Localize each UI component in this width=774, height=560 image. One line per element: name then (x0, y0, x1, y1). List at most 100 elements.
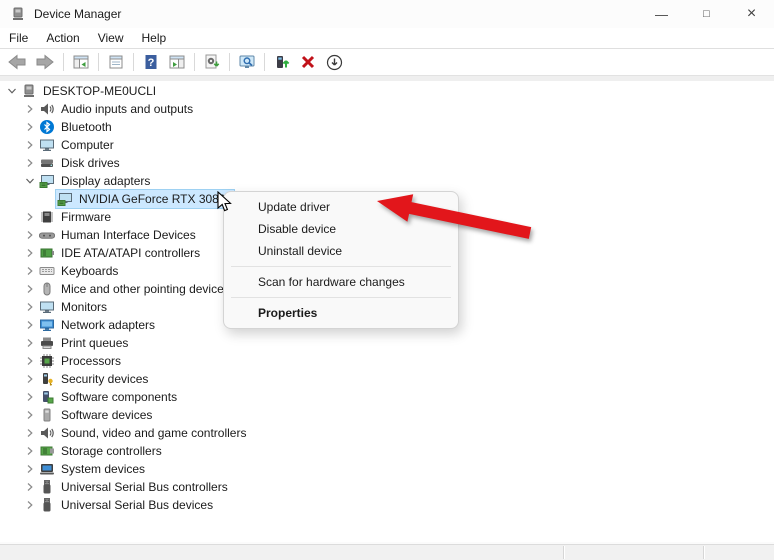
chevron-right-icon[interactable] (22, 389, 38, 405)
chevron-right-icon[interactable] (22, 227, 38, 243)
context-menu-item-update-driver[interactable]: Update driver (224, 196, 458, 218)
tree-item-content[interactable]: NVIDIA GeForce RTX 3080 (56, 190, 234, 208)
chevron-right-icon[interactable] (22, 299, 38, 315)
chevron-right-icon[interactable] (22, 335, 38, 351)
tree-item-content[interactable]: Universal Serial Bus devices (38, 496, 221, 514)
tree-item-software-devices[interactable]: Software devices (0, 406, 774, 424)
chevron-down-icon[interactable] (4, 83, 20, 99)
tree-item-content[interactable]: Human Interface Devices (38, 226, 204, 244)
menu-action[interactable]: Action (37, 28, 88, 48)
menu-file[interactable]: File (8, 28, 37, 48)
tree-item-universal-serial-bus-controllers[interactable]: Universal Serial Bus controllers (0, 478, 774, 496)
tree-item-content[interactable]: Print queues (38, 334, 136, 352)
chevron-right-icon[interactable] (22, 479, 38, 495)
menu-help[interactable]: Help (133, 28, 176, 48)
tree-item-content[interactable]: Bluetooth (38, 118, 120, 136)
tree-item-audio-inputs-and-outputs[interactable]: Audio inputs and outputs (0, 100, 774, 118)
chevron-right-icon[interactable] (22, 245, 38, 261)
chevron-right-icon[interactable] (22, 155, 38, 171)
update-driver-button[interactable] (270, 50, 294, 74)
display-adapter-icon (39, 173, 55, 189)
tree-item-content[interactable]: DESKTOP-ME0UCLI (20, 82, 164, 100)
chevron-right-icon[interactable] (22, 119, 38, 135)
monitor-search-icon (239, 54, 255, 70)
context-menu-item-disable-device[interactable]: Disable device (224, 218, 458, 240)
tree-item-content[interactable]: Storage controllers (38, 442, 170, 460)
disable-device-button[interactable] (322, 50, 346, 74)
tree-item-content[interactable]: Network adapters (38, 316, 163, 334)
chevron-right-icon[interactable] (22, 137, 38, 153)
chevron-right-icon[interactable] (22, 281, 38, 297)
tree-item-content[interactable]: Computer (38, 136, 122, 154)
chevron-right-icon[interactable] (22, 443, 38, 459)
tree-item-processors[interactable]: Processors (0, 352, 774, 370)
tree-item-content[interactable]: Audio inputs and outputs (38, 100, 201, 118)
tree-item-content[interactable]: Monitors (38, 298, 115, 316)
context-menu-item-uninstall-device[interactable]: Uninstall device (224, 240, 458, 262)
tree-item-label: Software devices (61, 408, 152, 422)
search-devices-button[interactable] (235, 50, 259, 74)
properties-button[interactable] (104, 50, 128, 74)
chevron-right-icon[interactable] (22, 461, 38, 477)
context-menu-item-scan-for-hardware-changes[interactable]: Scan for hardware changes (224, 271, 458, 293)
scan-for-hardware-changes-button[interactable] (200, 50, 224, 74)
chevron-right-icon[interactable] (22, 101, 38, 117)
tree-item-content[interactable]: System devices (38, 460, 153, 478)
tree-item-storage-controllers[interactable]: Storage controllers (0, 442, 774, 460)
tree-item-security-devices[interactable]: Security devices (0, 370, 774, 388)
tree-item-software-components[interactable]: Software components (0, 388, 774, 406)
tree-item-label: Universal Serial Bus controllers (61, 480, 228, 494)
chevron-down-icon[interactable] (22, 173, 38, 189)
chevron-right-icon[interactable] (22, 371, 38, 387)
forward-button[interactable] (32, 50, 58, 74)
action-pane-button[interactable] (165, 50, 189, 74)
maximize-button[interactable]: □ (684, 0, 729, 28)
tree-item-print-queues[interactable]: Print queues (0, 334, 774, 352)
chevron-right-icon[interactable] (22, 317, 38, 333)
svg-text:?: ? (148, 57, 155, 69)
statusbar-divider (703, 546, 705, 559)
tree-item-content[interactable]: Software devices (38, 406, 160, 424)
chevron-right-icon[interactable] (22, 425, 38, 441)
window-title: Device Manager (34, 7, 121, 21)
tree-item-content[interactable]: IDE ATA/ATAPI controllers (38, 244, 208, 262)
tree-item-content[interactable]: Keyboards (38, 262, 126, 280)
tree-item-desktop-me0ucli[interactable]: DESKTOP-ME0UCLI (0, 82, 774, 100)
uninstall-device-button[interactable] (296, 50, 320, 74)
tree-item-bluetooth[interactable]: Bluetooth (0, 118, 774, 136)
software-devices-icon (39, 407, 55, 423)
tree-item-content[interactable]: Disk drives (38, 154, 128, 172)
chevron-right-icon[interactable] (22, 497, 38, 513)
tree-item-content[interactable]: Display adapters (38, 172, 158, 190)
show-console-tree-button[interactable] (69, 50, 93, 74)
help-button[interactable]: ? (139, 50, 163, 74)
tree-item-system-devices[interactable]: System devices (0, 460, 774, 478)
chevron-right-icon[interactable] (22, 263, 38, 279)
keyboard-icon (39, 263, 55, 279)
tree-item-computer[interactable]: Computer (0, 136, 774, 154)
mouse-icon (39, 281, 55, 297)
tree-item-content[interactable]: Processors (38, 352, 129, 370)
tree-item-disk-drives[interactable]: Disk drives (0, 154, 774, 172)
window-controls: — □ × (639, 0, 774, 28)
tree-item-content[interactable]: Security devices (38, 370, 156, 388)
minimize-button[interactable]: — (639, 0, 684, 28)
tree-item-sound-video-and-game-controllers[interactable]: Sound, video and game controllers (0, 424, 774, 442)
back-button[interactable] (4, 50, 30, 74)
tree-item-label: System devices (61, 462, 145, 476)
close-button[interactable]: × (729, 0, 774, 28)
context-menu-item-properties[interactable]: Properties (224, 302, 458, 324)
tree-item-content[interactable]: Sound, video and game controllers (38, 424, 254, 442)
tree-item-label: DESKTOP-ME0UCLI (43, 84, 156, 98)
tree-item-content[interactable]: Mice and other pointing devices (38, 280, 238, 298)
chevron-right-icon[interactable] (22, 407, 38, 423)
menu-view[interactable]: View (89, 28, 133, 48)
tree-item-universal-serial-bus-devices[interactable]: Universal Serial Bus devices (0, 496, 774, 514)
chevron-right-icon[interactable] (22, 209, 38, 225)
toolbar-separator (133, 53, 134, 71)
tree-item-display-adapters[interactable]: Display adapters (0, 172, 774, 190)
chevron-right-icon[interactable] (22, 353, 38, 369)
tree-item-content[interactable]: Universal Serial Bus controllers (38, 478, 236, 496)
tree-item-content[interactable]: Firmware (38, 208, 119, 226)
tree-item-content[interactable]: Software components (38, 388, 185, 406)
